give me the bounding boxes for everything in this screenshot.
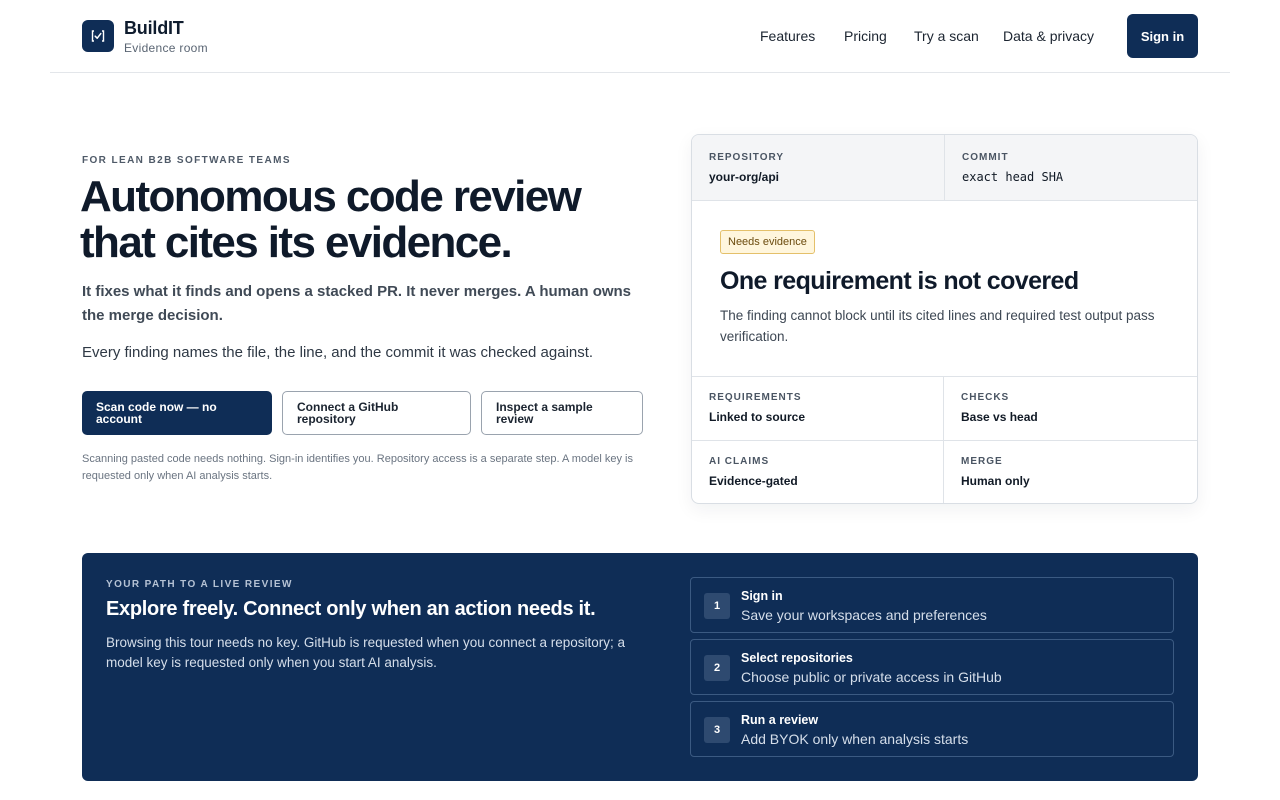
scan-code-button[interactable]: Scan code now — no account [82, 391, 272, 435]
sign-in-button[interactable]: Sign in [1127, 14, 1198, 58]
step-number: 1 [704, 593, 730, 619]
requirements-cell: REQUIREMENTS Linked to source [709, 392, 805, 424]
band-description: Browsing this tour needs no key. GitHub … [106, 635, 626, 670]
commit-cell: COMMIT exact head SHA [962, 152, 1063, 184]
band-eyebrow: YOUR PATH TO A LIVE REVIEW [106, 579, 293, 590]
status-badge: Needs evidence [720, 230, 815, 254]
nav-features[interactable]: Features [760, 28, 815, 44]
hero-eyebrow: FOR LEAN B2B SOFTWARE TEAMS [82, 155, 291, 166]
check-bracket-icon [91, 30, 105, 42]
ai-claims-value: Evidence-gated [709, 474, 798, 488]
divider [692, 440, 1197, 441]
connect-github-button[interactable]: Connect a GitHub repository [282, 391, 471, 435]
divider [692, 376, 1197, 377]
step-title: Sign in [741, 589, 783, 603]
finding-description: The finding cannot block until its cited… [720, 308, 1155, 344]
step-title: Run a review [741, 713, 819, 727]
brand-name[interactable]: BuildIT [124, 18, 184, 39]
divider [944, 135, 945, 201]
step-number: 2 [704, 655, 730, 681]
repository-label: REPOSITORY [709, 152, 785, 163]
step-subtitle: Add BYOK only when analysis starts [741, 731, 969, 747]
nav-pricing[interactable]: Pricing [844, 28, 887, 44]
requirements-value: Linked to source [709, 410, 806, 424]
live-review-band: YOUR PATH TO A LIVE REVIEW Explore freel… [82, 553, 1198, 781]
hero-note: Scanning pasted code needs nothing. Sign… [82, 453, 633, 482]
step-sign-in[interactable]: 1 Sign in Save your workspaces and prefe… [690, 577, 1174, 633]
step-subtitle: Save your workspaces and preferences [741, 607, 987, 623]
merge-cell: MERGE Human only [961, 456, 1030, 488]
band-title: Explore freely. Connect only when an act… [106, 598, 596, 620]
site-header: BuildIT Evidence room Features Pricing T… [50, 0, 1230, 73]
brand-logo-icon[interactable] [82, 20, 114, 52]
brand-subtitle: Evidence room [124, 41, 208, 55]
repository-value: your-org/api [709, 170, 780, 184]
step-run-review[interactable]: 3 Run a review Add BYOK only when analys… [690, 701, 1174, 757]
merge-value: Human only [961, 474, 1030, 488]
evidence-card: REPOSITORY your-org/api COMMIT exact hea… [691, 134, 1198, 504]
step-select-repositories[interactable]: 2 Select repositories Choose public or p… [690, 639, 1174, 695]
checks-label: CHECKS [961, 392, 1010, 403]
hero-title: Autonomous code review that cites its ev… [80, 172, 582, 267]
ai-claims-label: AI CLAIMS [709, 456, 770, 467]
ai-claims-cell: AI CLAIMS Evidence-gated [709, 456, 798, 488]
step-title: Select repositories [741, 651, 853, 665]
finding-title: One requirement is not covered [720, 267, 1079, 295]
inspect-sample-button[interactable]: Inspect a sample review [481, 391, 643, 435]
step-subtitle: Choose public or private access in GitHu… [741, 669, 1002, 685]
nav-data-privacy[interactable]: Data & privacy [1003, 28, 1094, 44]
repository-cell: REPOSITORY your-org/api [709, 152, 784, 184]
merge-label: MERGE [961, 456, 1003, 467]
commit-label: COMMIT [962, 152, 1009, 163]
divider [943, 376, 944, 503]
nav-try-a-scan[interactable]: Try a scan [914, 28, 979, 44]
hero-description: Every finding names the file, the line, … [82, 344, 594, 361]
hero-lede: It fixes what it finds and opens a stack… [82, 283, 632, 324]
commit-value: exact head SHA [962, 170, 1064, 184]
checks-cell: CHECKS Base vs head [961, 392, 1038, 424]
requirements-label: REQUIREMENTS [709, 392, 802, 403]
checks-value: Base vs head [961, 410, 1038, 424]
step-number: 3 [704, 717, 730, 743]
